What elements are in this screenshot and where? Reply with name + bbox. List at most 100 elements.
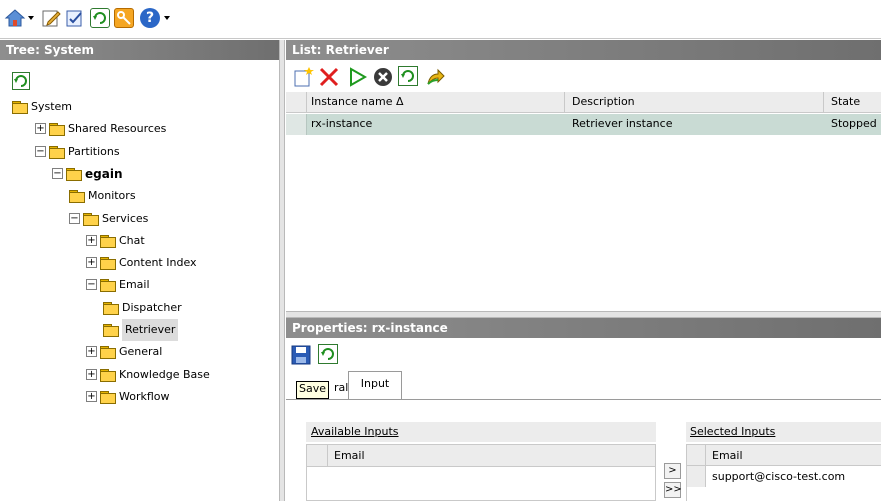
tree-item-label: Dispatcher bbox=[122, 300, 182, 314]
chevron-down-icon[interactable] bbox=[28, 16, 34, 20]
tree-item[interactable]: + General bbox=[86, 341, 270, 363]
row-selector[interactable] bbox=[687, 466, 706, 487]
expand-icon[interactable]: + bbox=[35, 123, 46, 135]
tree-item-label: Monitors bbox=[88, 189, 136, 203]
tree-item-label: Knowledge Base bbox=[119, 367, 210, 381]
tree-item[interactable]: − Services bbox=[69, 208, 270, 230]
row-selector[interactable] bbox=[286, 114, 307, 135]
main-toolbar: ? bbox=[0, 0, 881, 39]
folder-icon bbox=[12, 101, 28, 114]
collapse-icon[interactable]: − bbox=[52, 167, 63, 179]
move-selected-button[interactable]: > bbox=[664, 463, 681, 479]
selected-email-header: Email bbox=[712, 449, 743, 462]
approve-document-icon[interactable] bbox=[64, 8, 84, 28]
list-refresh-button[interactable] bbox=[398, 66, 418, 86]
folder-icon bbox=[66, 167, 82, 181]
tree-panel: Tree: System System + Shared Resources − Par… bbox=[0, 40, 279, 501]
tab-input[interactable]: Input bbox=[348, 371, 402, 400]
tree-item-label: Services bbox=[102, 211, 149, 225]
selected-inputs-label: Selected Inputs bbox=[690, 425, 776, 438]
export-button[interactable] bbox=[424, 66, 445, 86]
tree-item[interactable]: Dispatcher bbox=[103, 297, 270, 319]
selected-inputs-grid: Email support@cisco-test.com bbox=[686, 444, 881, 501]
folder-icon bbox=[103, 301, 119, 315]
tree-item-label: Retriever bbox=[122, 319, 179, 341]
chevron-down-icon[interactable] bbox=[164, 16, 170, 20]
tree-item-label: System bbox=[31, 100, 73, 113]
state-cell: Stopped bbox=[831, 117, 877, 130]
tree-item[interactable]: + Knowledge Base bbox=[86, 364, 270, 386]
instance-name-cell: rx-instance bbox=[311, 117, 373, 130]
column-header-instance-name[interactable]: Instance name Δ bbox=[311, 92, 566, 112]
collapse-icon[interactable]: − bbox=[35, 145, 46, 157]
tree-refresh-button[interactable] bbox=[12, 72, 30, 90]
tab-input-label: Input bbox=[360, 377, 390, 390]
collapse-icon[interactable]: − bbox=[86, 279, 97, 291]
stop-button[interactable] bbox=[372, 66, 392, 86]
list-grid-header: Instance name Δ Description State bbox=[286, 92, 881, 113]
tree-item[interactable]: System bbox=[12, 96, 270, 118]
available-email-header: Email bbox=[334, 449, 365, 462]
folder-icon bbox=[100, 234, 116, 248]
delete-icon bbox=[319, 67, 339, 87]
expand-icon[interactable]: + bbox=[86, 234, 97, 246]
delete-button[interactable] bbox=[318, 66, 339, 87]
save-icon bbox=[291, 345, 311, 365]
expand-icon[interactable]: + bbox=[86, 390, 97, 402]
collapse-icon[interactable]: − bbox=[69, 212, 80, 224]
tree-panel-title: Tree: System bbox=[0, 40, 279, 60]
tree-item[interactable]: Monitors bbox=[69, 185, 270, 207]
available-inputs-grid: Email bbox=[306, 444, 656, 501]
list-panel: List: Retriever Instance name Δ Descript… bbox=[286, 40, 881, 310]
available-inputs-column-header[interactable]: Email bbox=[307, 445, 655, 467]
tab-general-label: ral bbox=[334, 381, 349, 394]
new-document-icon bbox=[294, 67, 314, 87]
tree-item-label: Content Index bbox=[119, 256, 197, 270]
new-button[interactable] bbox=[292, 66, 314, 87]
folder-icon bbox=[49, 145, 65, 159]
save-tooltip: Save bbox=[296, 381, 330, 399]
tooltip-text: Save bbox=[299, 382, 327, 395]
folder-icon bbox=[100, 346, 116, 360]
refresh-icon bbox=[401, 70, 414, 82]
folder-icon bbox=[103, 324, 119, 337]
expand-icon[interactable]: + bbox=[86, 346, 97, 358]
properties-panel-title: Properties: rx-instance bbox=[286, 318, 881, 338]
table-row[interactable]: rx-instance Retriever instance Stopped bbox=[286, 114, 881, 135]
help-icon[interactable]: ? bbox=[140, 8, 160, 28]
properties-refresh-button[interactable] bbox=[318, 344, 338, 364]
refresh-icon[interactable] bbox=[90, 8, 110, 28]
tree-item[interactable]: − egain bbox=[52, 163, 270, 185]
move-all-button[interactable]: >> bbox=[664, 482, 682, 498]
properties-panel: Properties: rx-instance G ral Save Input… bbox=[286, 318, 881, 501]
selected-inputs-column-header[interactable]: Email bbox=[687, 445, 881, 466]
tree-item[interactable]: + Shared Resources bbox=[35, 118, 270, 140]
tree-item[interactable]: + Workflow bbox=[86, 386, 270, 408]
home-icon[interactable] bbox=[4, 8, 26, 28]
tree-item[interactable]: − Partitions bbox=[35, 141, 270, 163]
tree-item[interactable]: + Content Index bbox=[86, 252, 270, 274]
edit-note-icon[interactable] bbox=[40, 8, 61, 28]
start-button[interactable] bbox=[346, 66, 368, 87]
tab-strip-line bbox=[286, 399, 881, 400]
tree-item[interactable]: − Email bbox=[86, 274, 270, 296]
refresh-icon bbox=[321, 348, 334, 360]
expand-icon[interactable]: + bbox=[86, 257, 97, 269]
refresh-icon bbox=[14, 75, 27, 87]
tree-item[interactable]: Retriever bbox=[103, 319, 270, 341]
column-header-description[interactable]: Description bbox=[572, 92, 822, 112]
column-header-state[interactable]: State bbox=[831, 92, 881, 112]
tree-item-label: egain bbox=[85, 166, 123, 181]
tree-item-label: Partitions bbox=[68, 144, 120, 158]
tree-item[interactable]: + Chat bbox=[86, 230, 270, 252]
horizontal-splitter[interactable] bbox=[286, 311, 881, 318]
save-button[interactable] bbox=[290, 344, 311, 365]
expand-icon[interactable]: + bbox=[86, 368, 97, 380]
key-icon[interactable] bbox=[114, 8, 134, 28]
table-row[interactable]: support@cisco-test.com bbox=[687, 466, 881, 487]
tree-item-label: Email bbox=[119, 278, 150, 292]
available-inputs-header: Available Inputs bbox=[306, 422, 656, 442]
vertical-splitter[interactable] bbox=[279, 40, 285, 501]
list-panel-title: List: Retriever bbox=[286, 40, 881, 60]
folder-icon bbox=[100, 368, 116, 382]
